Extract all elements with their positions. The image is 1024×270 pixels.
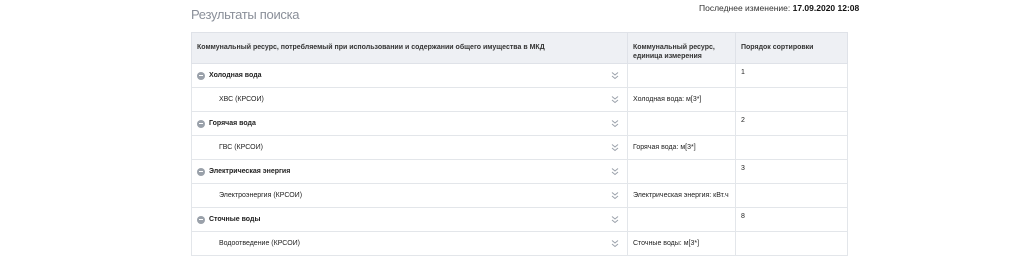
- group-name: Сточные воды: [209, 216, 261, 223]
- group-name: Горячая вода: [209, 120, 256, 127]
- header-unit-line1: Коммунальный ресурс,: [633, 44, 715, 51]
- last-modified: Последнее изменение: 17.09.2020 12:08: [699, 3, 859, 13]
- resource-cell: ГВС (КРСОИ): [191, 135, 628, 160]
- collapse-circle-icon[interactable]: [197, 71, 205, 80]
- double-chevron-down-icon[interactable]: [610, 95, 620, 105]
- sort-cell: 3: [735, 159, 848, 184]
- collapse-circle-icon[interactable]: [197, 167, 205, 176]
- group-row: Горячая вода 2: [191, 111, 848, 136]
- table-row: Электроэнергия (КРСОИ) Электрическая энер…: [191, 183, 848, 208]
- resource-cell: Электроэнергия (КРСОИ): [191, 183, 628, 208]
- resource-cell: Горячая вода: [191, 111, 628, 136]
- sort-cell: 8: [735, 207, 848, 232]
- double-chevron-down-icon[interactable]: [610, 143, 620, 153]
- unit-cell: Электрическая энергия: кВт.ч: [627, 183, 736, 208]
- double-chevron-down-icon[interactable]: [610, 215, 620, 225]
- table-row: ГВС (КРСОИ) Горячая вода: м[3*]: [191, 135, 848, 160]
- unit-cell: [627, 159, 736, 184]
- unit-cell: Холодная вода: м[3*]: [627, 87, 736, 112]
- group-name: Холодная вода: [209, 72, 262, 79]
- item-name: ХВС (КРСОИ): [219, 96, 264, 103]
- unit-cell: Горячая вода: м[3*]: [627, 135, 736, 160]
- header-unit-line2: единица измерения: [633, 53, 702, 60]
- group-name: Электрическая энергия: [209, 168, 291, 175]
- table-header-row: Коммунальный ресурс, потребляемый при ис…: [191, 32, 848, 64]
- group-row: Электрическая энергия 3: [191, 159, 848, 184]
- header-sort[interactable]: Порядок сортировки: [735, 32, 848, 64]
- resource-cell: Электрическая энергия: [191, 159, 628, 184]
- resource-cell: ХВС (КРСОИ): [191, 87, 628, 112]
- double-chevron-down-icon[interactable]: [610, 119, 620, 129]
- unit-cell: [627, 63, 736, 88]
- item-name: ГВС (КРСОИ): [219, 144, 263, 151]
- double-chevron-down-icon[interactable]: [610, 239, 620, 249]
- sort-cell: 2: [735, 111, 848, 136]
- resource-cell: Холодная вода: [191, 63, 628, 88]
- resource-cell: Сточные воды: [191, 207, 628, 232]
- last-modified-label: Последнее изменение:: [699, 3, 791, 13]
- double-chevron-down-icon[interactable]: [610, 167, 620, 177]
- last-modified-value: 17.09.2020 12:08: [792, 3, 860, 13]
- sort-cell: [735, 231, 848, 256]
- unit-cell: Сточные воды: м[3*]: [627, 231, 736, 256]
- item-name: Водоотведение (КРСОИ): [219, 240, 301, 247]
- header-unit[interactable]: Коммунальный ресурс, единица измерения: [627, 32, 736, 64]
- sort-cell: [735, 135, 848, 160]
- double-chevron-down-icon[interactable]: [610, 191, 620, 201]
- item-name: Электроэнергия (КРСОИ): [219, 192, 303, 199]
- table-row: ХВС (КРСОИ) Холодная вода: м[3*]: [191, 87, 848, 112]
- group-row: Сточные воды 8: [191, 207, 848, 232]
- sort-cell: [735, 87, 848, 112]
- sort-cell: [735, 183, 848, 208]
- double-chevron-down-icon[interactable]: [610, 71, 620, 81]
- unit-cell: [627, 111, 736, 136]
- page-title: Результаты поиска: [191, 7, 300, 22]
- table-row: Водоотведение (КРСОИ) Сточные воды: м[3*]: [191, 231, 848, 256]
- collapse-circle-icon[interactable]: [197, 215, 205, 224]
- collapse-circle-icon[interactable]: [197, 119, 205, 128]
- results-table: Коммунальный ресурс, потребляемый при ис…: [191, 32, 848, 256]
- group-row: Холодная вода 1: [191, 63, 848, 88]
- unit-cell: [627, 207, 736, 232]
- sort-cell: 1: [735, 63, 848, 88]
- header-resource[interactable]: Коммунальный ресурс, потребляемый при ис…: [191, 32, 628, 64]
- resource-cell: Водоотведение (КРСОИ): [191, 231, 628, 256]
- table-body: Холодная вода 1 ХВС (КРСОИ) Холодная вода: …: [191, 63, 848, 256]
